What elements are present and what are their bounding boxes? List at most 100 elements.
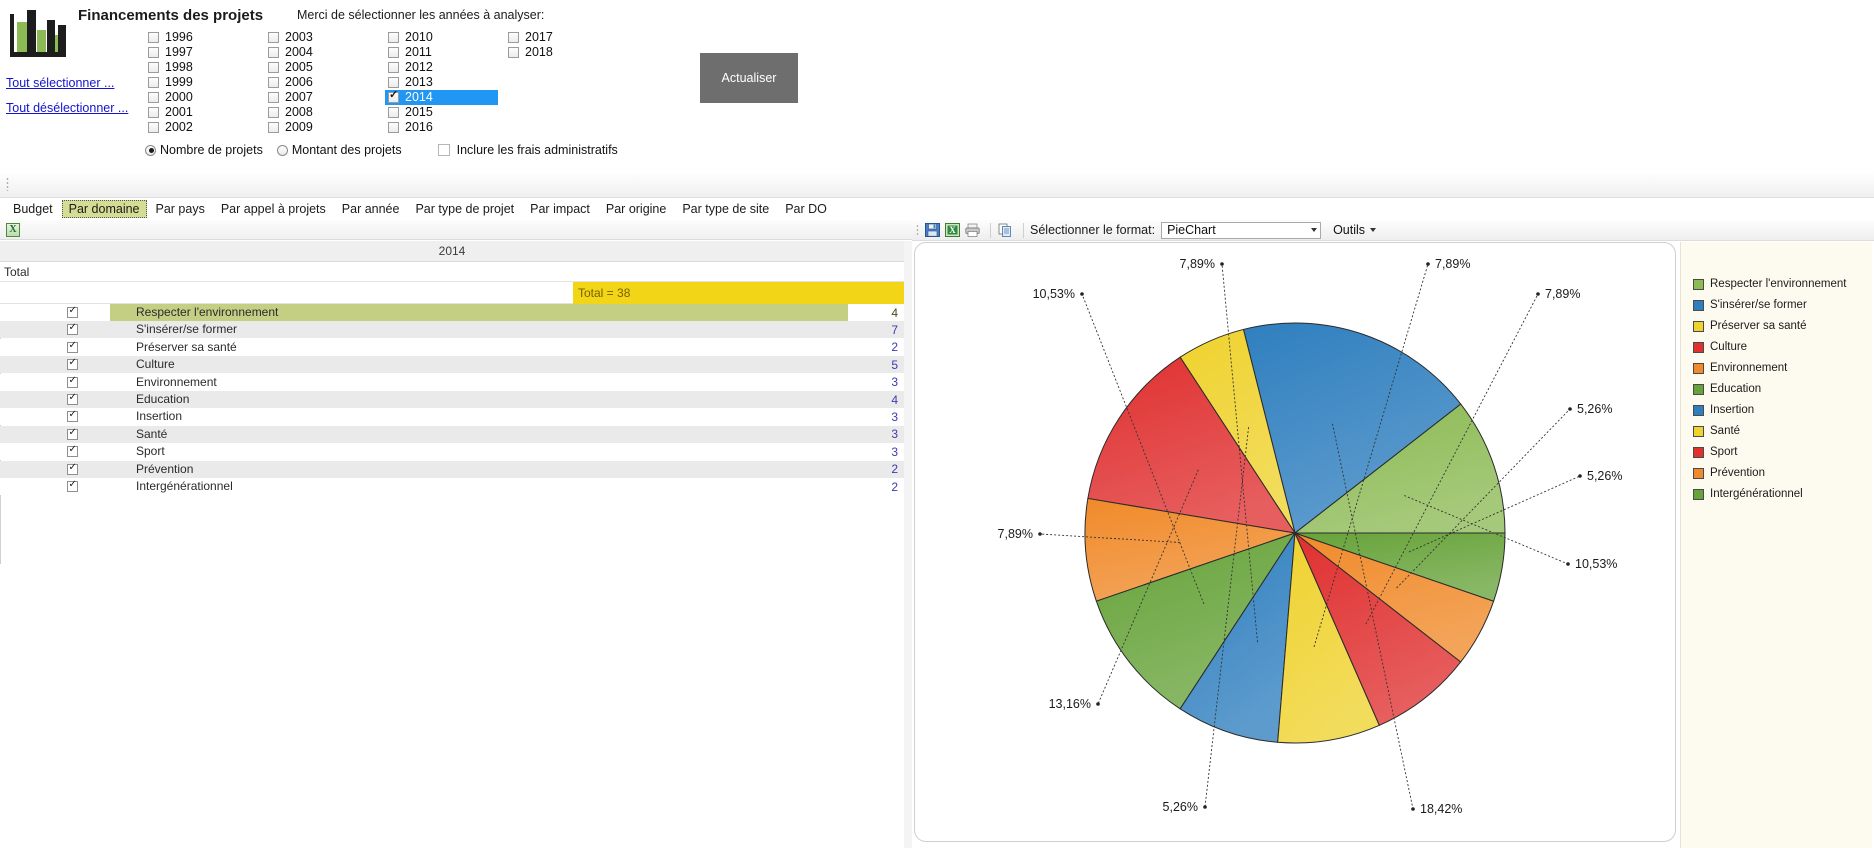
row-checkbox[interactable] — [67, 478, 78, 492]
deselect-all-link[interactable]: Tout désélectionner ... — [6, 101, 128, 115]
refresh-button[interactable]: Actualiser — [700, 53, 798, 103]
year-checkbox-1999[interactable]: 1999 — [145, 75, 265, 90]
row-checkbox[interactable] — [67, 408, 78, 423]
splitter-bar[interactable] — [0, 172, 1874, 198]
copy-icon[interactable] — [997, 222, 1014, 238]
row-checkbox[interactable] — [67, 374, 78, 388]
year-checkbox-1998[interactable]: 1998 — [145, 60, 265, 75]
tab-par-domaine[interactable]: Par domaine — [61, 200, 147, 218]
row-checkbox[interactable] — [67, 356, 78, 371]
row-checkbox-cell[interactable] — [0, 478, 110, 492]
table-row[interactable]: Culture 5 — [0, 356, 904, 374]
year-checkbox-2017[interactable]: 2017 — [505, 30, 625, 45]
row-checkbox-cell[interactable] — [0, 443, 110, 458]
tab-par-pays[interactable]: Par pays — [149, 200, 212, 218]
row-checkbox[interactable] — [67, 339, 78, 353]
legend-item[interactable]: Insertion — [1693, 402, 1846, 418]
row-checkbox[interactable] — [67, 461, 78, 475]
toolbar-grip[interactable] — [916, 223, 919, 237]
tab-par-ann-e[interactable]: Par année — [335, 200, 407, 218]
year-checkbox-2010[interactable]: 2010 — [385, 30, 505, 45]
year-checkbox-2015[interactable]: 2015 — [385, 105, 505, 120]
radio-nombre-de-projets[interactable]: Nombre de projets — [145, 143, 263, 157]
tab-par-appel-projets[interactable]: Par appel à projets — [214, 200, 333, 218]
row-checkbox[interactable] — [67, 391, 78, 405]
year-checkbox-1996[interactable]: 1996 — [145, 30, 265, 45]
year-checkbox-2008[interactable]: 2008 — [265, 105, 385, 120]
legend-item[interactable]: Respecter l'environnement — [1693, 276, 1846, 292]
grid-scrollbar[interactable] — [904, 241, 912, 848]
legend-item[interactable]: Intergénérationnel — [1693, 486, 1846, 502]
year-checkbox-2009[interactable]: 2009 — [265, 120, 385, 135]
year-checkbox-2000[interactable]: 2000 — [145, 90, 265, 105]
row-checkbox-cell[interactable] — [0, 339, 110, 353]
table-row[interactable]: Respecter l'environnement 4 — [0, 304, 904, 321]
legend-item[interactable]: Environnement — [1693, 360, 1846, 376]
year-checkbox-2012[interactable]: 2012 — [385, 60, 505, 75]
table-row[interactable]: Environnement 3 — [0, 373, 904, 391]
radio-montant-des-projets[interactable]: Montant des projets — [276, 143, 402, 157]
table-row[interactable]: Santé 3 — [0, 425, 904, 443]
pie-chart-area[interactable]: 10,53% 18,42% 5,26% 13,16% 7,89% 10,53% 7,89% 7… — [914, 242, 1676, 842]
legend-label: Environnement — [1710, 362, 1788, 374]
row-checkbox[interactable] — [67, 443, 78, 458]
tab-par-type-de-site[interactable]: Par type de site — [675, 200, 776, 218]
tab-par-impact[interactable]: Par impact — [523, 200, 597, 218]
table-row[interactable]: Préserver sa santé 2 — [0, 338, 904, 356]
tab-par-type-de-projet[interactable]: Par type de projet — [408, 200, 521, 218]
year-checkbox-2005[interactable]: 2005 — [265, 60, 385, 75]
save-icon[interactable] — [924, 222, 941, 238]
year-checkbox-2006[interactable]: 2006 — [265, 75, 385, 90]
year-checkbox-2011[interactable]: 2011 — [385, 45, 505, 60]
row-checkbox-cell[interactable] — [0, 321, 110, 336]
tools-menu-button[interactable]: Outils — [1333, 223, 1377, 237]
legend-item[interactable]: Santé — [1693, 423, 1846, 439]
legend-item[interactable]: Culture — [1693, 339, 1846, 355]
year-label: 2006 — [285, 75, 313, 89]
format-select[interactable]: PieChart — [1161, 221, 1322, 239]
row-checkbox-cell[interactable] — [0, 461, 110, 475]
year-column-1: 1996 1997 1998 1999 2000 2001 2002 — [145, 30, 265, 135]
checkbox-frais-administratifs[interactable]: Inclure les frais administratifs — [437, 143, 618, 157]
legend-item[interactable]: Préserver sa santé — [1693, 318, 1846, 334]
row-checkbox-cell[interactable] — [0, 374, 110, 388]
legend-item[interactable]: S'insérer/se former — [1693, 297, 1846, 313]
year-checkbox-1997[interactable]: 1997 — [145, 45, 265, 60]
legend-item[interactable]: Sport — [1693, 444, 1846, 460]
splitter-grip[interactable] — [6, 177, 9, 191]
row-checkbox-cell[interactable] — [0, 304, 110, 318]
select-all-link[interactable]: Tout sélectionner ... — [6, 76, 114, 90]
year-checkbox-2003[interactable]: 2003 — [265, 30, 385, 45]
tab-par-origine[interactable]: Par origine — [599, 200, 673, 218]
year-checkbox-2004[interactable]: 2004 — [265, 45, 385, 60]
row-checkbox-cell[interactable] — [0, 356, 110, 371]
year-checkbox-2007[interactable]: 2007 — [265, 90, 385, 105]
row-checkbox-cell[interactable] — [0, 426, 110, 440]
print-icon[interactable] — [964, 222, 981, 238]
table-row[interactable]: Sport 3 — [0, 443, 904, 461]
table-row[interactable]: Insertion 3 — [0, 408, 904, 426]
year-checkbox-2001[interactable]: 2001 — [145, 105, 265, 120]
row-checkbox[interactable] — [67, 321, 78, 336]
tab-par-do[interactable]: Par DO — [778, 200, 834, 218]
row-checkbox-cell[interactable] — [0, 391, 110, 405]
tab-budget[interactable]: Budget — [6, 200, 60, 218]
row-checkbox-cell[interactable] — [0, 408, 110, 423]
year-checkbox-2013[interactable]: 2013 — [385, 75, 505, 90]
legend-item[interactable]: Prévention — [1693, 465, 1846, 481]
year-checkbox-2016[interactable]: 2016 — [385, 120, 505, 135]
table-row[interactable]: S'insérer/se former 7 — [0, 321, 904, 339]
table-row[interactable]: Prévention 2 — [0, 460, 904, 478]
year-checkbox-2018[interactable]: 2018 — [505, 45, 625, 60]
row-checkbox[interactable] — [67, 426, 78, 440]
row-checkbox[interactable] — [67, 304, 78, 318]
year-checkbox-2014[interactable]: 2014 — [385, 89, 498, 105]
table-row[interactable]: Intergénérationnel 2 — [0, 478, 904, 495]
excel-export-icon[interactable]: X — [6, 222, 20, 237]
table-row[interactable]: Education 4 — [0, 391, 904, 408]
year-checkbox-2002[interactable]: 2002 — [145, 120, 265, 135]
legend-swatch — [1693, 425, 1704, 437]
grid-header-year: 2014 — [438, 244, 466, 258]
excel-export-icon[interactable]: X — [944, 222, 961, 238]
legend-item[interactable]: Education — [1693, 381, 1846, 397]
